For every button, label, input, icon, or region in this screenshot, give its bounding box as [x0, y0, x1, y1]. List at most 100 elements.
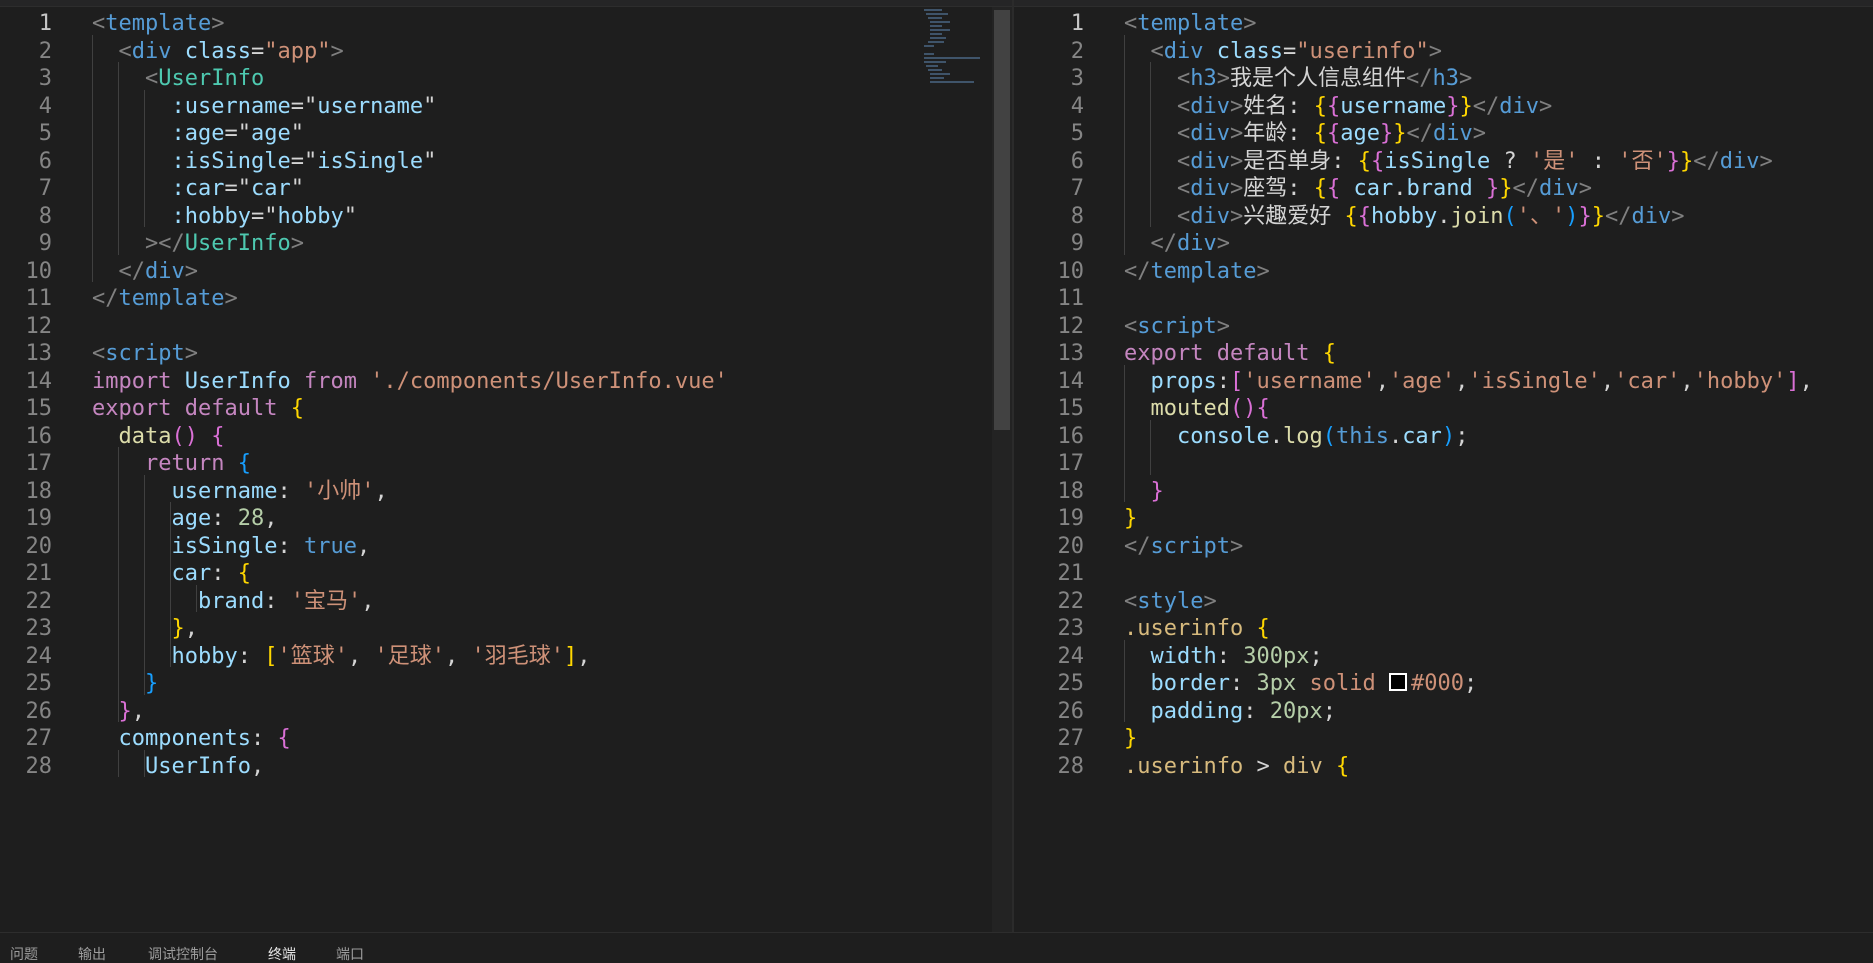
code-token: } — [1591, 203, 1605, 229]
code-token: " — [423, 148, 437, 174]
code-token: " — [343, 203, 357, 229]
code-token: div — [1190, 203, 1230, 229]
code-token: : — [1578, 148, 1619, 174]
code-token: 300px — [1243, 643, 1310, 669]
code-token: :username — [171, 93, 291, 119]
code-token: age — [171, 506, 212, 531]
code-token: ] — [563, 643, 578, 669]
code-token: 'age' — [1388, 368, 1456, 394]
code-token: } — [1666, 148, 1680, 174]
code-token: } — [1124, 506, 1138, 531]
code-token: username — [317, 93, 424, 119]
code-line[interactable]: 28 UserInfo, — [0, 750, 1012, 783]
code-token: props — [1150, 368, 1217, 394]
code-token: </ — [1406, 66, 1433, 91]
code-token: </ — [92, 286, 119, 311]
code-token: } — [1499, 176, 1513, 201]
code-token: 年龄: — [1243, 121, 1314, 146]
indent-guide — [118, 447, 119, 722]
code-token: , — [374, 478, 388, 504]
code-token: border — [1150, 671, 1230, 696]
code-token: , — [1455, 368, 1469, 394]
left-editor-pane[interactable]: 1 <template> 2 <div class="app"> 3 <UserInf… — [0, 7, 1012, 932]
code-token: > — [211, 11, 225, 36]
panel-tab[interactable]: 端口 — [336, 947, 364, 963]
code-token: { — [1357, 203, 1371, 229]
code-line[interactable]: 28 .userinfo > div { — [1014, 750, 1873, 783]
code-token: > — [224, 286, 238, 311]
code-token: hobby — [277, 203, 344, 229]
code-token: { — [1326, 93, 1341, 119]
code-token: { — [1344, 203, 1358, 229]
code-token: = — [224, 121, 238, 146]
code-token: isSingle — [171, 533, 278, 559]
panel-tab[interactable]: 问题 — [10, 947, 38, 963]
code-token: join — [1450, 203, 1504, 229]
code-token: '足球' — [374, 643, 445, 669]
code-token: ) — [1441, 423, 1456, 449]
code-token: " — [237, 176, 251, 201]
code-token: , — [444, 643, 472, 669]
code-token: { — [1313, 121, 1327, 146]
code-token: mouted — [1150, 396, 1230, 421]
code-token: > — [290, 231, 304, 256]
left-minimap[interactable] — [922, 7, 988, 87]
code-token: </ — [1512, 176, 1539, 201]
editor-tab-strip[interactable] — [0, 0, 1873, 7]
code-token: 我是个人信息组件 — [1229, 66, 1406, 91]
indent-guide — [144, 89, 145, 227]
indent-guide — [144, 474, 145, 695]
code-token: , — [1799, 368, 1813, 394]
code-token: isSingle — [1384, 148, 1491, 174]
code-token: script — [105, 341, 185, 366]
code-token: , — [356, 533, 371, 559]
code-token: template — [105, 11, 212, 36]
code-token: </ — [1604, 203, 1632, 229]
code-token: class — [1216, 38, 1283, 64]
code-token: " — [264, 203, 278, 229]
code-token: 'car' — [1614, 368, 1681, 394]
right-editor-pane[interactable]: 1 <template> 2 <div class="userinfo"> 3 <h3… — [1014, 7, 1873, 932]
code-token: div — [1177, 231, 1217, 256]
code-token: < — [1124, 11, 1138, 36]
code-token: style — [1137, 588, 1204, 614]
code-token: = — [290, 148, 304, 174]
code-token: ) — [1565, 203, 1579, 229]
panel-tab[interactable]: 终端 — [268, 947, 296, 963]
code-token: div — [1163, 38, 1204, 64]
code-token: < — [1176, 93, 1191, 119]
code-token: = — [290, 93, 304, 119]
panel-tab[interactable]: 调试控制台 — [148, 947, 218, 963]
code-token: age — [250, 121, 291, 146]
code-token: > — [1203, 588, 1217, 614]
code-token: import — [92, 368, 172, 394]
code-token: } — [1379, 121, 1394, 146]
code-token: :age — [171, 121, 225, 146]
code-token: ; — [1309, 643, 1323, 669]
code-token: < — [144, 66, 159, 91]
code-token: div — [1190, 176, 1230, 201]
code-token: : — [1216, 643, 1244, 669]
indent-guide — [1124, 639, 1125, 722]
code-token: > — [1216, 66, 1230, 91]
code-token: } — [1679, 148, 1694, 174]
panel-tab[interactable]: 输出 — [78, 947, 106, 963]
code-token: 座驾: — [1243, 176, 1314, 201]
code-token: :isSingle — [171, 148, 291, 174]
code-token: : — [1216, 368, 1230, 394]
left-scrollbar-thumb[interactable] — [994, 10, 1010, 430]
color-swatch-icon[interactable] — [1388, 673, 1407, 691]
code-token: 28 — [237, 506, 265, 531]
code-token: </ — [1472, 93, 1500, 119]
code-token: '篮球' — [277, 643, 348, 669]
code-token: { — [1313, 93, 1327, 119]
code-token: ></ — [144, 231, 185, 256]
line-text[interactable]: .userinfo > div { — [1124, 750, 1349, 783]
